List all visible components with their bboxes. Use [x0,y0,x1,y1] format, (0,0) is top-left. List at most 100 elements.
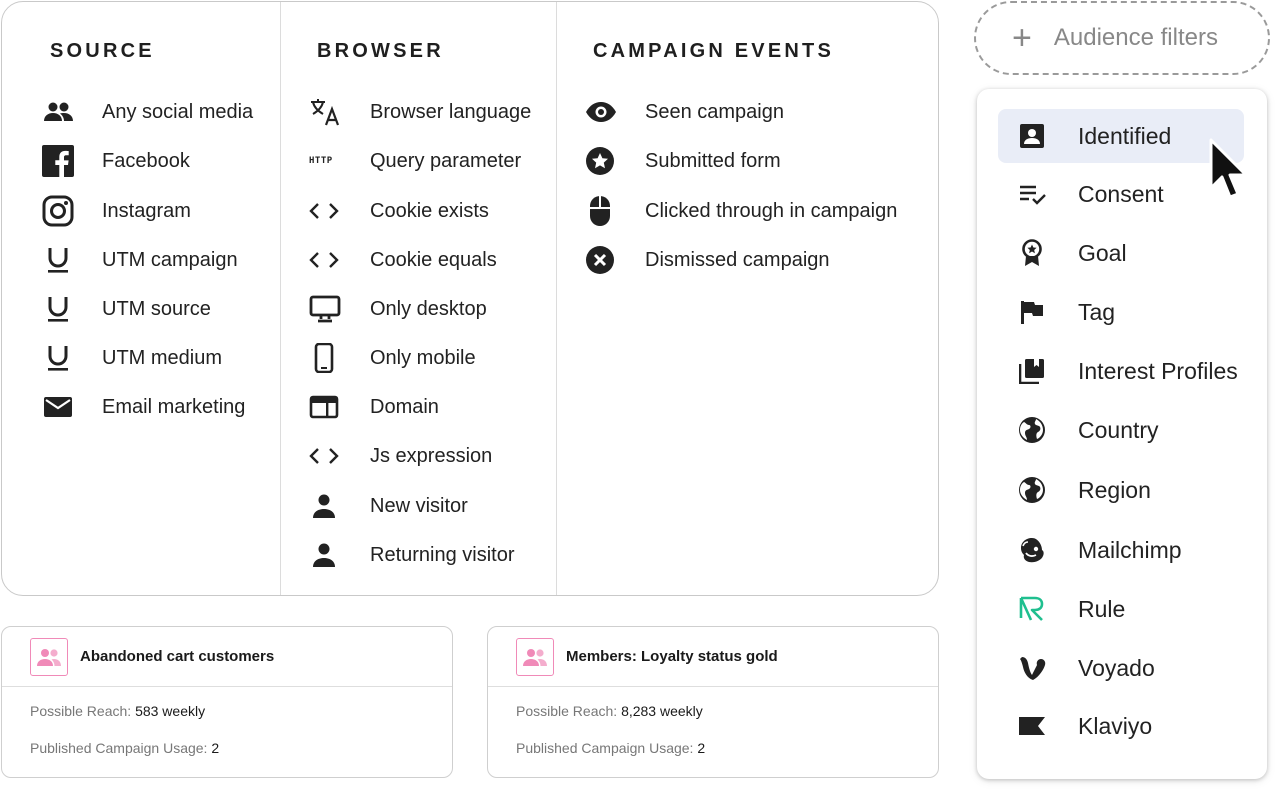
dropdown-item-rule[interactable]: Rule [998,582,1244,636]
source-item-email-marketing[interactable]: Email marketing [42,392,245,422]
campaign-item-clicked-through[interactable]: Clicked through in campaign [585,196,897,226]
voyado-icon [1018,654,1046,682]
dropdown-item-label: Identified [1078,122,1172,149]
dropdown-item-label: Goal [1078,239,1127,266]
reach-value: 583 weekly [135,703,206,719]
mailchimp-icon [1018,536,1046,564]
segment-title: Abandoned cart customers [80,648,275,665]
star-circle-icon [585,146,619,176]
campaign-item-dismissed[interactable]: Dismissed campaign [585,245,830,275]
segment-group-icon [516,637,554,676]
source-item-utm-campaign[interactable]: UTM campaign [42,245,238,275]
plus-icon: + [1012,19,1032,57]
browser-item-returning-visitor[interactable]: Returning visitor [309,540,515,570]
browser-window-icon [309,392,343,422]
dropdown-item-label: Interest Profiles [1078,357,1238,384]
mouse-icon [585,196,619,226]
dropdown-item-label: Tag [1078,298,1116,325]
underline-icon [42,343,76,373]
campaign-events-column: CAMPAIGN EVENTS Seen campaign Submitted … [556,2,940,595]
usage-value: 2 [211,740,220,756]
campaign-item-label: Seen campaign [645,100,784,123]
dropdown-item-voyado[interactable]: Voyado [998,641,1244,695]
campaign-events-title: CAMPAIGN EVENTS [593,40,834,62]
instagram-icon [42,195,76,227]
dropdown-item-label: Mailchimp [1078,536,1182,563]
code-icon [309,196,343,226]
source-column: SOURCE Any social media Facebook Instagr… [2,2,280,595]
source-title: SOURCE [50,40,155,62]
reach-label: Possible Reach: [516,703,618,719]
dropdown-item-klaviyo[interactable]: Klaviyo [998,699,1244,753]
mouse-cursor-icon [1209,138,1248,199]
dropdown-item-label: Voyado [1078,654,1155,681]
segment-group-icon [30,637,68,676]
campaign-item-submitted-form[interactable]: Submitted form [585,146,781,176]
underline-icon [42,294,76,324]
dropdown-item-label: Consent [1078,180,1164,207]
browser-item-label: Browser language [370,100,532,123]
segment-card-header: Abandoned cart customers [2,627,452,687]
source-item-any-social-media[interactable]: Any social media [42,97,253,127]
campaign-item-label: Clicked through in campaign [645,199,898,222]
underline-icon [42,245,76,275]
browser-column: BROWSER Browser language HTTP Query para… [280,2,556,595]
dropdown-item-interest-profiles[interactable]: Interest Profiles [998,344,1244,398]
browser-item-label: Cookie exists [370,199,489,222]
reach-label: Possible Reach: [30,703,132,719]
segment-card-header: Members: Loyalty status gold [488,627,938,687]
source-item-label: UTM source [102,297,211,320]
award-icon [1018,239,1046,267]
browser-item-browser-language[interactable]: Browser language [309,97,531,127]
browser-item-cookie-equals[interactable]: Cookie equals [309,245,497,275]
code-icon [309,245,343,275]
cancel-circle-icon [585,245,619,275]
source-item-instagram[interactable]: Instagram [42,195,191,227]
identity-card-icon [1018,122,1046,150]
globe-icon [1018,416,1046,444]
dropdown-item-label: Country [1078,416,1159,443]
dropdown-item-label: Rule [1078,595,1126,622]
browser-item-label: Cookie equals [370,248,497,271]
source-item-utm-source[interactable]: UTM source [42,294,211,324]
usage-label: Published Campaign Usage: [30,740,208,756]
segment-reach: Possible Reach: 8,283 weekly [516,703,703,719]
segment-card-loyalty-gold[interactable]: Members: Loyalty status gold Possible Re… [487,626,939,778]
source-item-label: Email marketing [102,395,246,418]
browser-item-label: Returning visitor [370,543,515,566]
person-icon [309,540,343,570]
browser-item-only-mobile[interactable]: Only mobile [309,343,476,373]
segment-card-abandoned-cart[interactable]: Abandoned cart customers Possible Reach:… [1,626,453,778]
browser-item-cookie-exists[interactable]: Cookie exists [309,196,489,226]
dropdown-item-region[interactable]: Region [998,463,1244,517]
dropdown-item-goal[interactable]: Goal [998,226,1244,280]
campaign-item-seen[interactable]: Seen campaign [585,97,784,127]
usage-label: Published Campaign Usage: [516,740,694,756]
browser-item-only-desktop[interactable]: Only desktop [309,294,487,324]
desktop-icon [309,294,343,324]
reach-value: 8,283 weekly [621,703,703,719]
dropdown-item-label: Klaviyo [1078,712,1153,739]
browser-item-query-parameter[interactable]: HTTP Query parameter [309,146,521,176]
person-icon [309,491,343,521]
dropdown-item-tag[interactable]: Tag [998,285,1244,339]
source-item-utm-medium[interactable]: UTM medium [42,343,222,373]
segment-usage: Published Campaign Usage: 2 [516,740,705,756]
dropdown-item-label: Region [1078,476,1151,503]
audience-filters-button[interactable]: + Audience filters [974,1,1270,75]
browser-item-label: Only desktop [370,297,487,320]
browser-item-new-visitor[interactable]: New visitor [309,491,468,521]
browser-title: BROWSER [317,40,444,62]
campaign-item-label: Dismissed campaign [645,248,830,271]
dropdown-item-mailchimp[interactable]: Mailchimp [998,523,1244,577]
audience-filters-label: Audience filters [1053,24,1218,51]
dropdown-item-country[interactable]: Country [998,403,1244,457]
code-icon [309,441,343,471]
browser-item-domain[interactable]: Domain [309,392,439,422]
browser-item-js-expression[interactable]: Js expression [309,441,492,471]
group-icon [42,97,76,127]
flag-icon [1018,298,1046,326]
source-item-label: UTM campaign [102,248,238,271]
segment-usage: Published Campaign Usage: 2 [30,740,219,756]
source-item-facebook[interactable]: Facebook [42,145,190,177]
